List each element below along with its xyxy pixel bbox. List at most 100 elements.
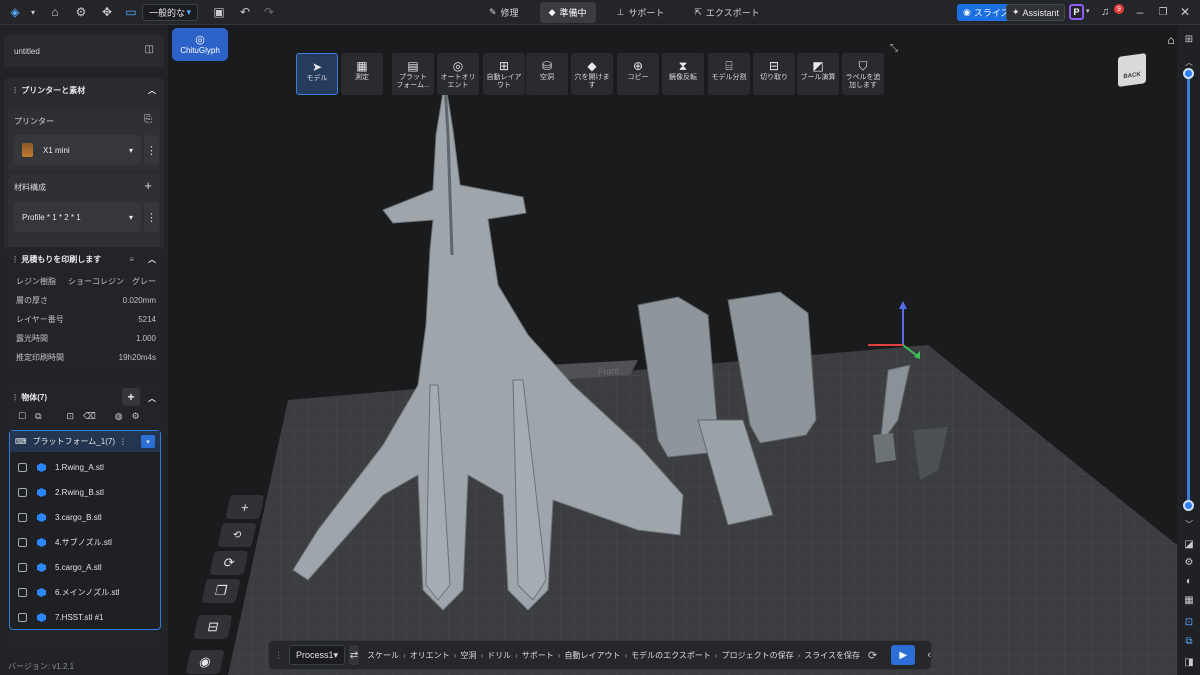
close-icon[interactable]: ✕ — [1176, 3, 1194, 21]
viewport-3d[interactable]: Front ◎ ChituGlyph ➤ モデル ▦ 測定 ▤ プラット フォーム..… — [168, 25, 1177, 675]
checkbox[interactable] — [18, 463, 27, 472]
home-view-icon[interactable]: ⌂ — [1164, 33, 1178, 47]
minimize-icon[interactable]: – — [1131, 3, 1149, 21]
app-menu-chevron-icon[interactable]: ▾ — [24, 3, 42, 21]
chituglyph-logo[interactable]: ◎ ChituGlyph — [172, 28, 228, 61]
tool-boolean[interactable]: ◩ ブール演算 — [797, 53, 839, 95]
list-item[interactable]: 5.cargo_A.stl — [9, 555, 161, 580]
settings-icon[interactable]: ⚙ — [132, 411, 140, 422]
process-select[interactable]: Process1 ▾ — [289, 645, 346, 665]
platform-more-icon[interactable]: ⋮ — [119, 437, 127, 446]
tool-platform[interactable]: ▤ プラット フォーム... — [392, 53, 434, 95]
project-name[interactable]: untitled — [14, 47, 40, 56]
list-item[interactable]: 7.HSST.stl #1 — [9, 605, 161, 630]
add-object-button[interactable]: + — [122, 388, 140, 406]
printer-select[interactable]: X1 mini ▾ — [14, 135, 141, 165]
panel-toggle-icon[interactable]: ◫ — [145, 44, 154, 55]
tool-cut[interactable]: ⊟ 切り取り — [753, 53, 795, 95]
group-icon[interactable]: ⧉ — [35, 411, 41, 422]
split-view-icon[interactable]: ◨ — [1182, 655, 1196, 669]
add-material-icon[interactable]: + — [144, 178, 152, 193]
platform-row[interactable]: ⌨ プラットフォーム_1(7) ⋮ ▾ — [10, 431, 160, 452]
app-logo-icon[interactable]: ◈ — [6, 3, 24, 21]
checkbox[interactable] — [18, 513, 27, 522]
step-export-model[interactable]: モデルのエクスポート — [631, 650, 711, 661]
tool-measure[interactable]: ▦ 測定 — [341, 53, 383, 95]
grid-view-icon[interactable]: ▦ — [1182, 593, 1196, 607]
select-all-icon[interactable]: ☐ — [18, 411, 26, 422]
collapse-toolbar-icon[interactable]: ⤡ — [890, 43, 898, 54]
tool-split[interactable]: ⌸ モデル分割 — [708, 53, 750, 95]
restore-icon[interactable]: ❐ — [1154, 3, 1172, 21]
layout-icon[interactable]: ⊞ — [1182, 32, 1196, 46]
tab-prepare[interactable]: ◆ 準備中 — [539, 2, 596, 23]
zoom-in-button[interactable]: + — [225, 495, 265, 519]
layer-slider-bottom-handle[interactable] — [1183, 500, 1194, 511]
tool-add-label[interactable]: ⛉ ラベルを追 加します — [842, 53, 884, 95]
layer-slider-top-handle[interactable] — [1183, 68, 1194, 79]
checkbox[interactable] — [18, 613, 27, 622]
rotate-view-button[interactable]: ⟳ — [209, 551, 249, 575]
tool-auto-orient[interactable]: ◎ オートオリ エント — [437, 53, 479, 95]
fit-icon[interactable]: ⊡ — [67, 411, 75, 422]
assistant-button[interactable]: ✦ Assistant — [1006, 4, 1066, 21]
run-button[interactable]: ▶ — [891, 645, 916, 665]
step-save-slice[interactable]: スライスを保存 — [804, 650, 860, 661]
printer-settings-icon[interactable]: ⎘ — [144, 114, 152, 125]
process-settings-button[interactable]: ⇄ — [349, 645, 360, 665]
list-item[interactable]: 1.Rwing_A.stl — [9, 455, 161, 480]
list-item[interactable]: 4.サブノズル.stl — [9, 530, 161, 555]
material-more-button[interactable]: ⋮ — [144, 202, 159, 232]
tab-repair[interactable]: ✎ 修理 — [480, 2, 528, 23]
layers-view-button[interactable]: ❐ — [201, 579, 241, 603]
step-auto-layout[interactable]: 自動レイアウト — [564, 650, 620, 661]
overlay-icon[interactable]: ⧉ — [1182, 634, 1196, 648]
tool-copy[interactable]: ⊕ コピー — [617, 53, 659, 95]
slice-view-button[interactable]: ⊟ — [193, 615, 233, 639]
redo-icon[interactable]: ↷ — [260, 3, 278, 21]
layer-down-icon[interactable]: ﹀ — [1182, 517, 1196, 531]
tool-auto-layout[interactable]: ⊞ 自動レイア ウト — [483, 53, 525, 95]
wireframe-icon[interactable]: ⊡ — [1182, 615, 1196, 629]
step-drill[interactable]: ドリル — [487, 650, 511, 661]
tool-drill[interactable]: ◆ 穴を開けま す — [571, 53, 613, 95]
palette-icon[interactable]: ◍ — [115, 411, 123, 422]
avatar[interactable]: P — [1069, 4, 1084, 20]
view-cube[interactable]: BACK — [1118, 53, 1146, 87]
printer-section-header[interactable]: ⋮ プリンターと素材 ︿ — [11, 85, 156, 96]
checkbox[interactable] — [18, 588, 27, 597]
tool-hollow[interactable]: ⛁ 空洞 — [526, 53, 568, 95]
tool-model[interactable]: ➤ モデル — [296, 53, 338, 95]
undo-icon[interactable]: ↶ — [236, 3, 254, 21]
platform-expand-button[interactable]: ▾ — [141, 435, 155, 448]
list-item[interactable]: 2.Rwing_B.stl — [9, 480, 161, 505]
home-icon[interactable]: ⌂ — [46, 3, 64, 21]
layer-slider-track[interactable] — [1187, 72, 1190, 507]
material-select[interactable]: Profile * 1 * 2 * 1 ▾ — [14, 202, 141, 232]
tab-support[interactable]: ⊥ サポート — [608, 2, 674, 23]
step-hollow[interactable]: 空洞 — [460, 650, 476, 661]
step-orient[interactable]: オリエント — [410, 650, 450, 661]
printer-more-button[interactable]: ⋮ — [144, 135, 159, 165]
tool-mirror[interactable]: ⧗ 鏡像反転 — [662, 53, 704, 95]
camera-view-button[interactable]: ◉ — [185, 650, 225, 674]
connect-icon[interactable]: ✥ — [98, 3, 116, 21]
network-icon[interactable]: ⚙ — [72, 3, 90, 21]
view-settings-icon[interactable]: ⚙ — [1182, 555, 1196, 569]
collapse-chevron-icon[interactable]: ‹ — [927, 649, 931, 661]
list-item[interactable]: 3.cargo_B.stl — [9, 505, 161, 530]
step-scale[interactable]: スケール — [367, 650, 399, 661]
bell-icon[interactable]: ♫ — [1101, 6, 1109, 18]
refresh-icon[interactable]: ⟳ — [868, 649, 877, 662]
material-view-icon[interactable]: ◐ — [1182, 574, 1196, 588]
objects-header[interactable]: ⋮ 物体(7) + ︿ — [11, 388, 156, 406]
checkbox[interactable] — [18, 563, 27, 572]
preset-select[interactable]: 一般的な ▾ — [142, 3, 198, 21]
list-item[interactable]: 6.メインノズル.stl — [9, 580, 161, 605]
avatar-chevron-icon[interactable]: ▾ — [1086, 7, 1090, 15]
step-support[interactable]: サポート — [522, 650, 554, 661]
reset-view-button[interactable]: ⟲ — [217, 523, 257, 547]
estimate-header[interactable]: ⋮ 見積もりを印刷します ≡ ︿ — [11, 254, 156, 265]
layer-up-icon[interactable]: ︿ — [1182, 55, 1196, 69]
save-icon[interactable]: ▣ — [210, 3, 228, 21]
